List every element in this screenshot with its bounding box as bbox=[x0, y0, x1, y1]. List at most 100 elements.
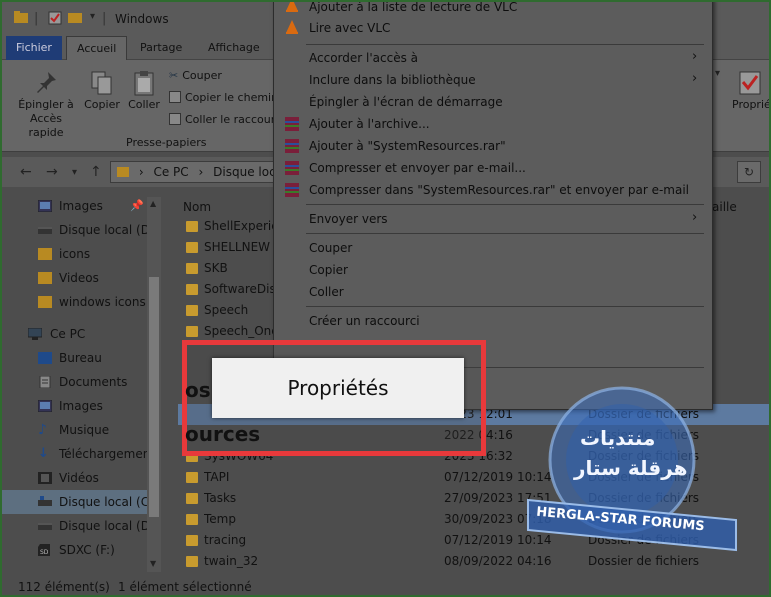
menu-separator bbox=[306, 204, 704, 205]
column-header-size[interactable]: aille bbox=[712, 200, 737, 214]
navigation-pane: Images 📌 Disque local (D:) icons Videos … bbox=[2, 192, 162, 574]
folder-icon bbox=[186, 221, 198, 232]
tab-fichier[interactable]: Fichier bbox=[6, 36, 62, 60]
properties-button[interactable]: Proprié bbox=[732, 70, 769, 112]
nav-item-desktop[interactable]: Bureau bbox=[2, 346, 147, 370]
copy-icon bbox=[90, 70, 114, 95]
folder-icon bbox=[186, 535, 198, 546]
menu-item-grant-access[interactable]: Accorder l'accès à bbox=[309, 47, 418, 69]
up-arrow-icon[interactable]: ↑ bbox=[90, 164, 102, 180]
scrollbar-thumb[interactable] bbox=[149, 277, 159, 517]
vlc-icon bbox=[286, 2, 298, 12]
nav-item-label: Ce PC bbox=[50, 327, 86, 341]
folder-icon bbox=[14, 11, 28, 27]
menu-item-add-rar[interactable]: Ajouter à "SystemResources.rar" bbox=[309, 135, 506, 157]
nav-item-drive-d[interactable]: Disque local (D:) bbox=[2, 218, 147, 242]
recent-chevron-icon[interactable]: ▾ bbox=[72, 167, 77, 178]
separator-icon: | bbox=[102, 11, 107, 26]
menu-item-compress-rar-email[interactable]: Compresser dans "SystemResources.rar" et… bbox=[309, 179, 689, 201]
address-part-pc[interactable]: Ce PC bbox=[153, 165, 188, 179]
chevron-down-icon[interactable]: ▾ bbox=[715, 68, 720, 79]
file-name: SHELLNEW bbox=[204, 240, 271, 254]
nav-item-this-pc[interactable]: Ce PC bbox=[2, 322, 147, 346]
download-icon: ↓ bbox=[38, 446, 49, 461]
menu-item-vlc-play[interactable]: Lire avec VLC bbox=[309, 17, 390, 39]
address-sep: › bbox=[198, 165, 204, 179]
nav-item-drive-d-2[interactable]: Disque local (D:) bbox=[2, 514, 147, 538]
cut-button[interactable]: ✂ Couper bbox=[169, 66, 222, 86]
menu-item-paste[interactable]: Coller bbox=[309, 281, 344, 303]
winrar-icon bbox=[285, 139, 299, 153]
refresh-button[interactable]: ↻ bbox=[737, 161, 761, 183]
menu-item-include-library[interactable]: Inclure dans la bibliothèque bbox=[309, 69, 476, 91]
file-name: twain_32 bbox=[204, 554, 259, 568]
drive-icon bbox=[38, 523, 52, 530]
nav-item-documents[interactable]: Documents bbox=[2, 370, 147, 394]
menu-item-copy[interactable]: Copier bbox=[309, 259, 348, 281]
menu-item-add-archive[interactable]: Ajouter à l'archive... bbox=[309, 113, 430, 135]
folder-icon bbox=[186, 242, 198, 253]
chevron-down-icon[interactable]: ▾ bbox=[90, 11, 95, 22]
nav-item-icons[interactable]: icons bbox=[2, 242, 147, 266]
pin-icon[interactable]: 📌 bbox=[130, 194, 144, 218]
desktop-icon bbox=[38, 352, 52, 364]
nav-item-label: Bureau bbox=[59, 351, 102, 365]
menu-item-send-to[interactable]: Envoyer vers bbox=[309, 208, 388, 230]
tab-partage[interactable]: Partage bbox=[130, 36, 192, 60]
menu-item-cut[interactable]: Couper bbox=[309, 237, 352, 259]
paste-button[interactable]: Coller bbox=[124, 70, 164, 112]
new-folder-icon[interactable] bbox=[68, 11, 82, 27]
folder-icon bbox=[38, 296, 52, 308]
forward-arrow-icon[interactable]: → bbox=[46, 164, 58, 180]
nav-scrollbar[interactable]: ▲ ▼ bbox=[147, 197, 161, 572]
menu-item-create-shortcut[interactable]: Créer un raccourci bbox=[309, 310, 420, 332]
nav-item-label: Vidéos bbox=[59, 471, 99, 485]
menu-item-vlc-playlist[interactable]: Ajouter à la liste de lecture de VLC bbox=[309, 2, 517, 18]
nav-item-downloads[interactable]: ↓ Téléchargements bbox=[2, 442, 147, 466]
tab-affichage[interactable]: Affichage bbox=[198, 36, 270, 60]
folder-icon bbox=[186, 284, 198, 295]
chevron-up-icon[interactable]: ▲ bbox=[150, 199, 156, 208]
menu-item-compress-email[interactable]: Compresser et envoyer par e-mail... bbox=[309, 157, 526, 179]
nav-item-label: Téléchargements bbox=[59, 447, 147, 461]
folder-icon bbox=[38, 248, 52, 260]
paste-shortcut-button[interactable]: Coller le raccourci bbox=[169, 110, 284, 130]
nav-item-images-pinned[interactable]: Images 📌 bbox=[2, 194, 147, 218]
sd-card-icon: SD bbox=[38, 544, 50, 556]
nav-item-videos-lib[interactable]: Vidéos bbox=[2, 466, 147, 490]
nav-item-label: Videos bbox=[59, 271, 99, 285]
nav-item-videos[interactable]: Videos bbox=[2, 266, 147, 290]
file-name: TAPI bbox=[204, 470, 230, 484]
pin-quick-access-button[interactable]: Épingler à Accès rapide bbox=[14, 70, 78, 140]
properties-icon[interactable] bbox=[48, 11, 62, 29]
copy-path-button[interactable]: Copier le chemin bbox=[169, 88, 278, 108]
tab-accueil[interactable]: Accueil bbox=[66, 36, 128, 60]
copy-button[interactable]: Copier bbox=[82, 70, 122, 112]
nav-item-windows-icons[interactable]: windows icons bbox=[2, 290, 147, 314]
nav-item-music[interactable]: ♪ Musique bbox=[2, 418, 147, 442]
properties-check-icon bbox=[738, 70, 762, 95]
nav-item-images[interactable]: Images bbox=[2, 394, 147, 418]
chevron-right-icon: › bbox=[692, 49, 698, 64]
folder-icon bbox=[186, 493, 198, 504]
video-icon bbox=[38, 472, 52, 484]
file-name: Speech bbox=[204, 303, 249, 317]
folder-icon bbox=[186, 472, 198, 483]
chevron-right-icon: › bbox=[692, 71, 698, 86]
column-header-name[interactable]: Nom bbox=[183, 200, 211, 214]
item-count: 112 élément(s) bbox=[18, 580, 110, 594]
chevron-down-icon[interactable]: ▼ bbox=[150, 559, 156, 568]
properties-menu-item-zoomed[interactable]: Propriétés bbox=[212, 358, 464, 418]
zoomed-text-fragment: ources bbox=[185, 422, 261, 446]
back-arrow-icon[interactable]: ← bbox=[20, 164, 32, 180]
folder-icon bbox=[186, 263, 198, 274]
file-name: Tasks bbox=[204, 491, 237, 505]
menu-separator bbox=[306, 306, 704, 307]
nav-item-sdxc[interactable]: SD SDXC (F:) bbox=[2, 538, 147, 562]
winrar-icon bbox=[285, 183, 299, 197]
nav-item-drive-c[interactable]: Disque local (C:) bbox=[2, 490, 147, 514]
vlc-icon bbox=[286, 20, 298, 34]
nav-item-label: Images bbox=[59, 399, 103, 413]
menu-item-pin-start[interactable]: Épingler à l'écran de démarrage bbox=[309, 91, 503, 113]
computer-icon bbox=[28, 328, 42, 340]
